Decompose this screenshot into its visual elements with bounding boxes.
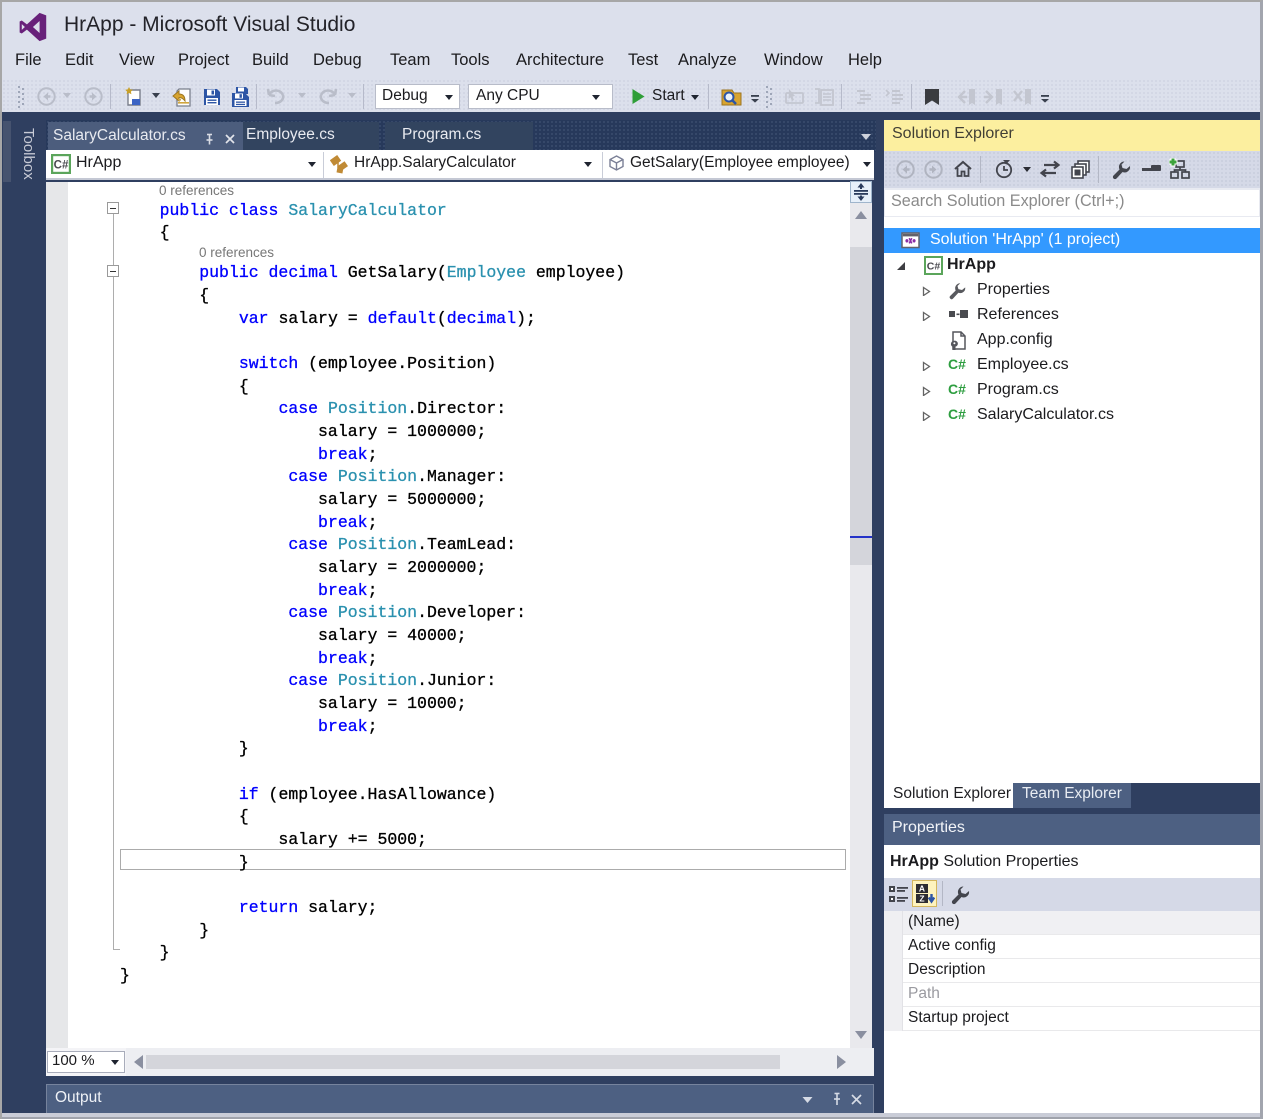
- svg-text:C#: C#: [54, 160, 69, 172]
- svg-text:C#: C#: [927, 261, 941, 273]
- svg-text:A: A: [919, 884, 925, 894]
- svg-text:Z: Z: [919, 894, 924, 904]
